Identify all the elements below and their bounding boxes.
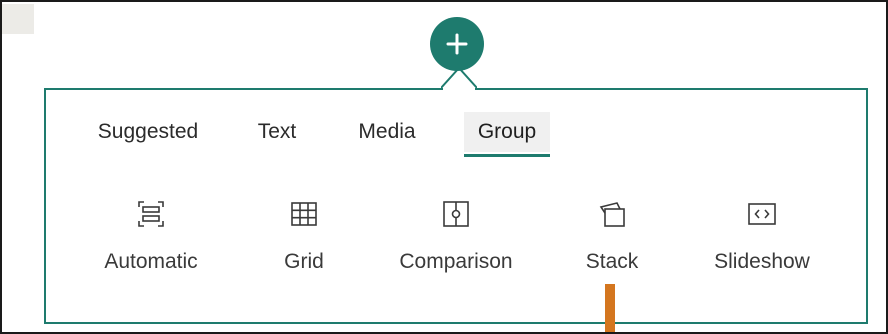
stack-layout-icon [592,194,632,234]
layout-option-automatic[interactable]: Automatic [96,194,206,274]
tab-group[interactable]: Group [464,112,550,152]
grid-layout-icon [284,194,324,234]
insert-panel: Suggested Text Media Group Automatic Gri… [44,88,868,324]
layout-label: Grid [284,250,324,273]
tab-label: Group [477,120,537,143]
plus-icon [446,33,468,55]
corner-mark [2,4,34,34]
tab-suggested[interactable]: Suggested [88,112,208,152]
tab-label: Suggested [97,120,199,143]
screenshot-frame: Suggested Text Media Group Automatic Gri… [0,0,888,334]
tab-text[interactable]: Text [242,112,312,152]
layout-option-stack[interactable]: Stack [567,194,657,274]
layout-label: Comparison [399,250,513,273]
active-tab-indicator [464,154,550,157]
tab-label: Media [358,120,416,143]
layout-option-slideshow[interactable]: Slideshow [700,194,824,274]
add-section-button[interactable] [430,17,484,71]
layout-option-grid[interactable]: Grid [264,194,344,274]
automatic-layout-icon [131,194,171,234]
tab-label: Text [257,120,297,143]
layout-label: Slideshow [714,250,810,273]
layout-label: Automatic [104,250,198,273]
slideshow-layout-icon [742,194,782,234]
annotation-pointer [605,284,615,332]
layout-label: Stack [585,250,639,273]
tab-media[interactable]: Media [346,112,428,152]
comparison-layout-icon [436,194,476,234]
layout-option-comparison[interactable]: Comparison [386,194,526,274]
